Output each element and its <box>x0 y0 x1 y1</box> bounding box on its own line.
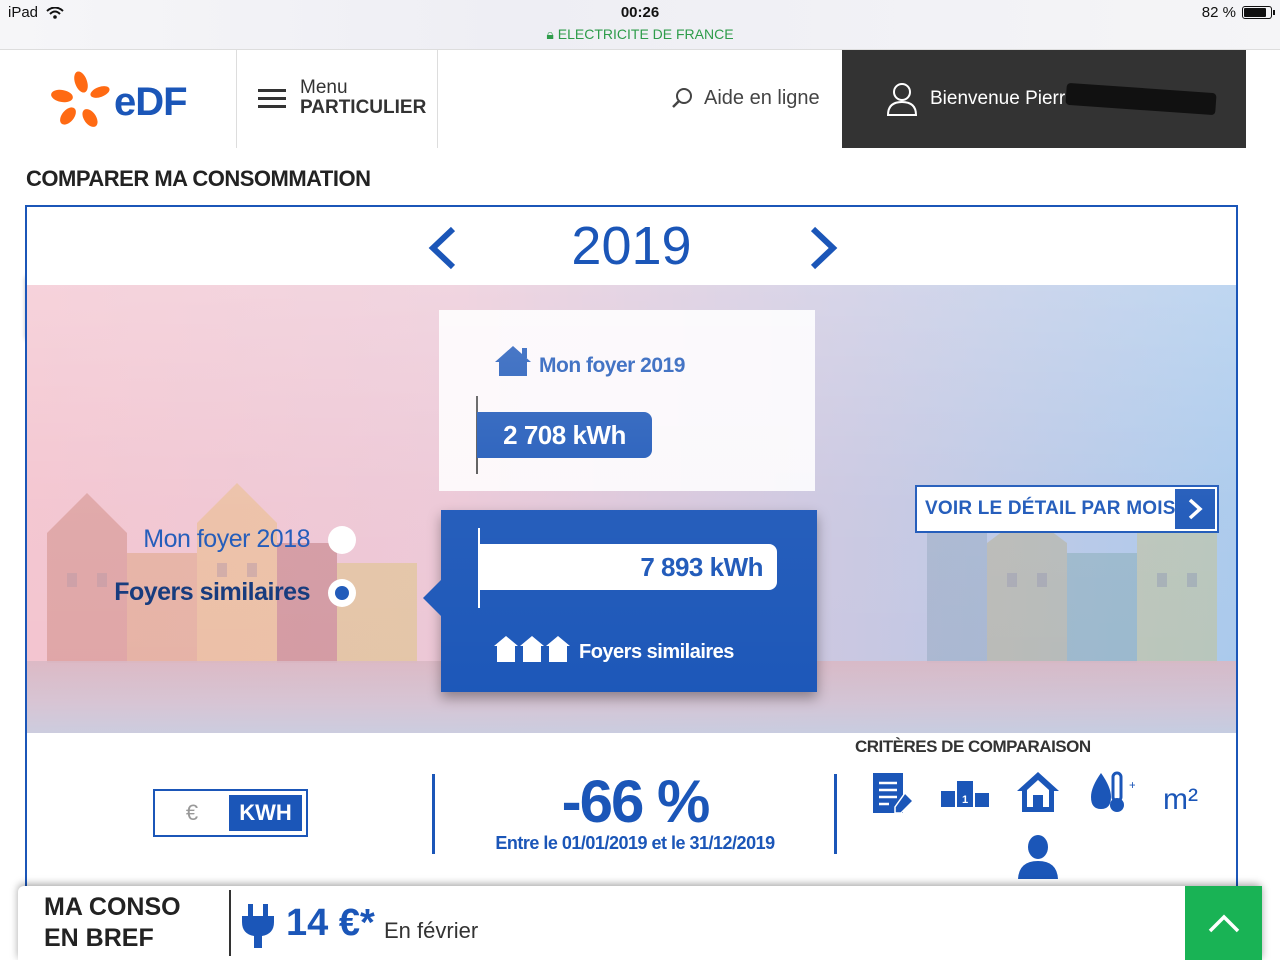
year-selector: 2019 <box>27 207 1236 285</box>
podium-icon[interactable]: 1 <box>941 779 989 809</box>
chevron-up-icon <box>1208 914 1239 933</box>
radio-button[interactable] <box>328 525 356 554</box>
similar-homes-title: Foyers similaires <box>579 641 734 663</box>
logo-text: eDF <box>114 80 188 124</box>
comparison-hero: Mon foyer 2019 2 708 kWh 7 893 kWh Foyer… <box>27 285 1236 733</box>
my-home-title: Mon foyer 2019 <box>539 354 685 377</box>
divider <box>236 50 237 148</box>
axis-tick <box>476 396 478 474</box>
option-my-home-2018[interactable]: Mon foyer 2018 <box>143 525 356 554</box>
svg-text:+: + <box>1129 778 1135 792</box>
amount-period: En février <box>384 918 479 943</box>
redaction-mark <box>1065 82 1217 116</box>
menu-sublabel: PARTICULIER <box>300 97 427 118</box>
edf-logo[interactable]: eDF <box>50 70 190 130</box>
unit-kwh-option[interactable]: KWH <box>229 795 302 831</box>
page-title: COMPARER MA CONSOMMATION <box>26 166 371 191</box>
contract-icon[interactable] <box>871 771 915 817</box>
svg-text:1: 1 <box>962 794 968 806</box>
status-bar: iPad 00:26 🔒︎ ELECTRICITE DE FRANCE 82 % <box>0 0 1280 50</box>
account-button[interactable]: Bienvenue Pierre C. <box>842 50 1246 148</box>
option-similar-homes[interactable]: Foyers similaires <box>114 578 356 607</box>
battery-indicator: 82 % <box>1202 4 1275 21</box>
similar-homes-card: 7 893 kWh Foyers similaires <box>423 510 817 692</box>
divider <box>437 50 438 148</box>
search-icon <box>672 88 692 108</box>
harbor-town-background <box>47 483 1217 663</box>
site-name: 🔒︎ ELECTRICITE DE FRANCE <box>546 26 734 42</box>
site-header: eDF Menu PARTICULIER Aide en ligne Bienv… <box>0 50 1280 148</box>
similar-homes-consumption-bar: 7 893 kWh <box>479 544 777 590</box>
comparison-period: Entre le 01/01/2019 et le 31/12/2019 <box>495 833 775 853</box>
person-icon[interactable] <box>1017 833 1059 879</box>
consumption-summary-bar[interactable]: MA CONSO EN BREF 14 €* En février <box>18 886 1262 960</box>
chevron-right-icon <box>1175 489 1215 529</box>
help-label: Aide en ligne <box>704 86 820 109</box>
lock-icon: 🔒︎ <box>546 26 554 42</box>
divider <box>834 774 837 854</box>
monthly-amount: 14 €* <box>286 902 375 944</box>
divider <box>229 890 231 956</box>
house-icon[interactable] <box>1015 769 1061 815</box>
unit-toggle[interactable]: € KWH <box>153 789 308 837</box>
comparison-panel: 2019 Mon foyer 2019 2 708 kWh 7 893 kWh … <box>25 205 1238 905</box>
radio-button-selected[interactable] <box>328 578 356 607</box>
hamburger-icon <box>258 84 286 113</box>
summary-title: MA CONSO EN BREF <box>44 893 181 952</box>
year-label: 2019 <box>571 216 692 276</box>
menu-label: Menu <box>300 77 348 98</box>
battery-icon <box>1242 6 1275 19</box>
water-temperature-icon[interactable]: + <box>1087 769 1135 817</box>
plug-icon <box>242 904 274 948</box>
clock: 00:26 <box>620 4 660 21</box>
edf-flower-icon <box>51 71 110 127</box>
houses-icon <box>494 636 570 662</box>
help-link[interactable]: Aide en ligne <box>670 86 820 110</box>
my-home-consumption-bar: 2 708 kWh <box>477 412 652 458</box>
house-icon <box>495 346 531 376</box>
my-home-card: Mon foyer 2019 2 708 kWh <box>439 310 815 491</box>
axis-tick <box>478 528 480 608</box>
detail-button-label: VOIR LE DÉTAIL PAR MOIS <box>925 498 1176 519</box>
consumption-difference: -66 % <box>561 768 711 835</box>
menu-button[interactable]: Menu PARTICULIER <box>258 78 426 118</box>
monthly-detail-button[interactable]: VOIR LE DÉTAIL PAR MOIS <box>915 485 1219 533</box>
criteria-title: CRITÈRES DE COMPARAISON <box>855 737 1091 756</box>
user-icon <box>886 83 918 116</box>
option-label: Mon foyer 2018 <box>143 525 310 553</box>
surface-area-icon[interactable]: m² <box>1163 783 1198 817</box>
option-label: Foyers similaires <box>114 578 310 606</box>
expand-button[interactable] <box>1185 886 1262 960</box>
unit-euro-option[interactable]: € <box>155 791 229 835</box>
water-background <box>27 661 1236 733</box>
next-year-arrow-icon[interactable] <box>805 225 841 271</box>
